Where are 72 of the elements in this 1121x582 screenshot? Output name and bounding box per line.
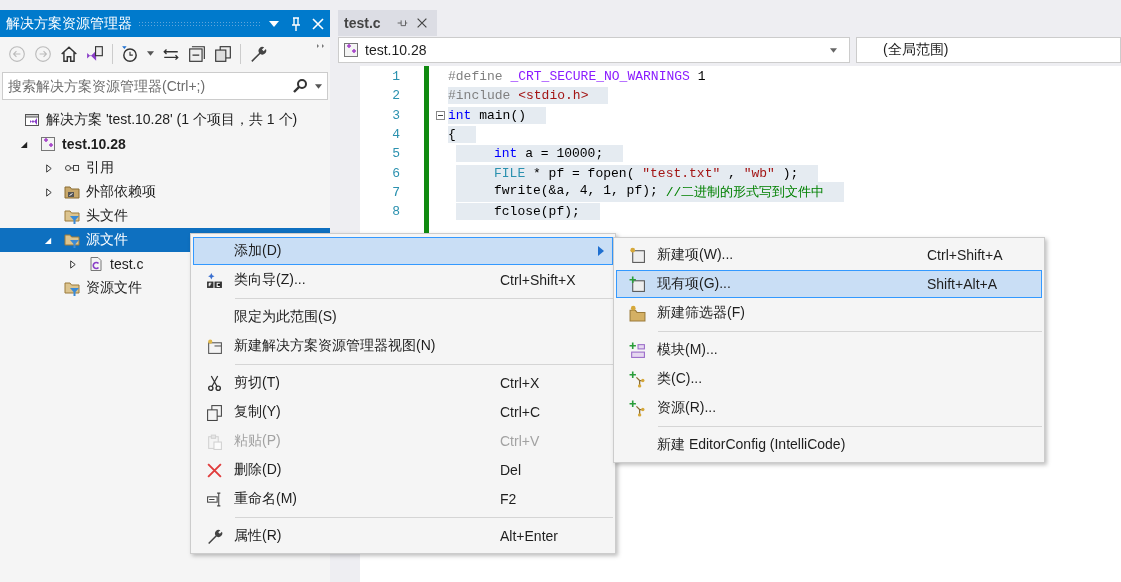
filter-folder-icon bbox=[64, 208, 80, 224]
add-class-icon bbox=[628, 399, 646, 417]
pages-icon[interactable] bbox=[214, 44, 232, 63]
menu-item[interactable]: 类(C)... bbox=[616, 365, 1042, 393]
tree-item[interactable]: 解决方案 'test.10.28' (1 个项目，共 1 个) bbox=[0, 108, 330, 132]
filter-folder-icon bbox=[64, 232, 80, 248]
menu-item[interactable]: 重命名(M) F2 bbox=[193, 485, 613, 513]
history-icon[interactable] bbox=[121, 44, 139, 63]
search-icon[interactable] bbox=[292, 78, 308, 94]
folder-icon bbox=[64, 184, 80, 200]
menu-item[interactable]: 新建解决方案资源管理器视图(N) bbox=[193, 332, 613, 360]
tree-item[interactable]: test.10.28 bbox=[0, 132, 330, 156]
caret-icon[interactable] bbox=[315, 84, 322, 89]
search-field[interactable]: 搜索解决方案资源管理器(Ctrl+;) bbox=[2, 72, 328, 100]
add-class-icon bbox=[628, 370, 646, 388]
menu-item[interactable]: 复制(Y) Ctrl+C bbox=[193, 398, 613, 426]
menu-item[interactable]: 新建 EditorConfig (IntelliCode) bbox=[616, 431, 1042, 459]
menu-item[interactable]: 现有项(G)... Shift+Alt+A bbox=[616, 270, 1042, 298]
delete-icon bbox=[205, 461, 223, 479]
existing-item-icon bbox=[628, 275, 646, 293]
overflow-icon[interactable] bbox=[316, 43, 326, 49]
class-wizard-icon bbox=[205, 271, 223, 289]
project-icon bbox=[40, 136, 56, 152]
wrench-icon[interactable] bbox=[249, 44, 267, 63]
project-dropdown[interactable]: test.10.28 bbox=[338, 37, 850, 63]
new-window-icon bbox=[205, 337, 223, 355]
menu-item[interactable]: 属性(R) Alt+Enter bbox=[193, 522, 613, 550]
collapsed-arrow-icon[interactable] bbox=[67, 259, 77, 269]
home-icon[interactable] bbox=[60, 44, 78, 63]
line-number: 1 bbox=[392, 69, 400, 85]
menu-item[interactable]: 模块(M)... bbox=[616, 336, 1042, 364]
menu-item[interactable]: 限定为此范围(S) bbox=[193, 303, 613, 331]
line-number: 4 bbox=[392, 127, 400, 143]
c-file-icon bbox=[88, 256, 104, 272]
line-number: 5 bbox=[392, 146, 400, 162]
editor-tab[interactable]: test.c bbox=[338, 10, 437, 36]
line-number: 3 bbox=[392, 107, 400, 123]
tree-item[interactable]: 头文件 bbox=[0, 204, 330, 228]
caret-icon[interactable] bbox=[830, 47, 837, 53]
menu-item[interactable]: 添加(D) bbox=[193, 237, 613, 265]
clipboard-icon bbox=[205, 432, 223, 450]
line-number: 8 bbox=[392, 204, 400, 220]
rename-icon bbox=[205, 490, 223, 508]
filter-folder-icon bbox=[64, 280, 80, 296]
project-icon bbox=[343, 42, 359, 58]
solution-icon bbox=[24, 112, 40, 128]
switch-views-icon[interactable] bbox=[86, 44, 104, 63]
menu-item[interactable]: 类向导(Z)... Ctrl+Shift+X bbox=[193, 266, 613, 294]
collapse-icon[interactable] bbox=[435, 110, 445, 120]
new-folder-icon bbox=[628, 304, 646, 322]
line-number: 2 bbox=[392, 88, 400, 104]
line-number: 7 bbox=[392, 184, 400, 200]
scope-dropdown[interactable]: (全局范围) bbox=[856, 37, 1121, 63]
scissors-icon bbox=[205, 374, 223, 392]
menu-item[interactable]: 剪切(T) Ctrl+X bbox=[193, 369, 613, 397]
menu-item[interactable]: 新建筛选器(F) bbox=[616, 299, 1042, 327]
expanded-arrow-icon[interactable] bbox=[19, 139, 29, 149]
line-number: 6 bbox=[392, 165, 400, 181]
menu-item[interactable]: 新建项(W)... Ctrl+Shift+A bbox=[616, 241, 1042, 269]
caret-icon[interactable] bbox=[147, 51, 154, 56]
code-line: #define _CRT_SECURE_NO_WARNINGS 1 bbox=[448, 68, 707, 86]
module-icon bbox=[628, 341, 646, 359]
panel-title: 解决方案资源管理器 bbox=[6, 14, 132, 33]
tree-item[interactable]: 外部依赖项 bbox=[0, 180, 330, 204]
menu-item[interactable]: 删除(D) Del bbox=[193, 456, 613, 484]
tree-item[interactable]: 引用 bbox=[0, 156, 330, 180]
collapsed-arrow-icon[interactable] bbox=[43, 163, 53, 173]
close-icon[interactable] bbox=[310, 15, 326, 32]
copy-icon bbox=[205, 403, 223, 421]
menu-item[interactable]: 资源(R)... bbox=[616, 394, 1042, 422]
collapse-icon[interactable] bbox=[188, 44, 206, 63]
collapsed-arrow-icon[interactable] bbox=[43, 187, 53, 197]
